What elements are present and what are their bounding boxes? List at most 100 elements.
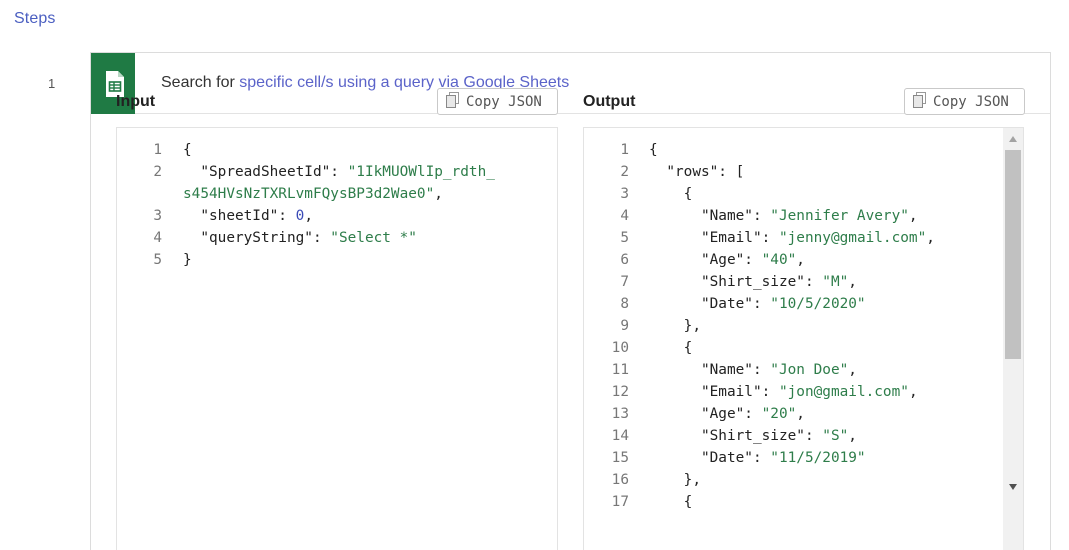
code-token: { (649, 142, 658, 158)
code-line: 16 }, (584, 469, 701, 491)
output-copy-json-label: Copy JSON (933, 93, 1009, 110)
code-token: "sheetId": (183, 208, 296, 224)
code-token: "Date": (649, 296, 771, 312)
code-line: 13 "Age": "20", (584, 403, 805, 425)
code-token: "jon@gmail.com" (778, 384, 909, 400)
code-token: , (796, 252, 805, 268)
copy-icon (913, 91, 926, 112)
code-token: "Jennifer Avery" (770, 208, 909, 224)
code-token: "M" (822, 274, 849, 290)
code-token: s454HVsNzTXRLvmFQysBP3d2Wae0" (183, 186, 435, 202)
code-line: 2 "SpreadSheetId": "1IkMUOWlIp_rdth_ (117, 161, 495, 183)
code-line: 11 "Name": "Jon Doe", (584, 359, 857, 381)
input-copy-json-label: Copy JSON (466, 93, 542, 110)
step-number: 1 (48, 76, 56, 91)
code-line: 12 "Email": "jon@gmail.com", (584, 381, 918, 403)
code-token: { (649, 494, 693, 510)
output-label: Output (583, 93, 636, 110)
line-number: 1 (620, 142, 629, 158)
code-line: 8 "Date": "10/5/2020" (584, 293, 866, 315)
code-token: "Jon Doe" (770, 362, 849, 378)
code-line: 15 "Date": "11/5/2019" (584, 447, 866, 469)
code-token: "rows": [ (649, 164, 745, 180)
code-line: 7 "Shirt_size": "M", (584, 271, 857, 293)
code-token: "20" (761, 406, 797, 422)
output-copy-json-button[interactable]: Copy JSON (904, 88, 1025, 115)
code-line: 1{ (117, 139, 192, 161)
line-number: 3 (153, 208, 162, 224)
code-line: 6 "Age": "40", (584, 249, 805, 271)
copy-icon (446, 91, 459, 112)
line-number: 3 (620, 186, 629, 202)
code-token: "queryString": (183, 230, 331, 246)
code-line: 2 "rows": [ (584, 161, 744, 183)
code-token: "Email": (649, 384, 779, 400)
input-copy-json-button[interactable]: Copy JSON (437, 88, 558, 115)
code-token: "Shirt_size": (649, 428, 823, 444)
code-token: "40" (761, 252, 797, 268)
code-token: "Name": (649, 208, 771, 224)
output-scrollbar[interactable] (1003, 128, 1023, 550)
scroll-up-arrow-icon[interactable] (1009, 136, 1017, 142)
code-line: 10 { (584, 337, 693, 359)
code-line: 1{ (584, 139, 658, 161)
scroll-down-arrow-icon[interactable] (1009, 484, 1017, 490)
line-number: 5 (153, 252, 162, 268)
line-number: 4 (153, 230, 162, 246)
line-number: 9 (620, 318, 629, 334)
line-number: 2 (153, 164, 162, 180)
code-line: 5} (117, 249, 192, 271)
code-token: , (848, 362, 857, 378)
code-line: 17 { (584, 491, 693, 513)
line-number: 17 (611, 494, 629, 510)
code-token: "Select *" (330, 230, 417, 246)
line-number: 7 (620, 274, 629, 290)
code-token: } (183, 252, 192, 268)
code-token: "Shirt_size": (649, 274, 823, 290)
code-line: s454HVsNzTXRLvmFQysBP3d2Wae0", (117, 183, 443, 205)
code-token: }, (649, 318, 701, 334)
line-number: 8 (620, 296, 629, 312)
code-token: { (649, 340, 693, 356)
code-token: }, (649, 472, 701, 488)
code-line: 4 "Name": "Jennifer Avery", (584, 205, 918, 227)
line-number: 6 (620, 252, 629, 268)
code-token: , (434, 186, 443, 202)
line-number: 5 (620, 230, 629, 246)
code-token: , (796, 406, 805, 422)
code-token: "jenny@gmail.com" (778, 230, 927, 246)
code-line: 4 "queryString": "Select *" (117, 227, 417, 249)
code-token: , (848, 428, 857, 444)
line-number: 12 (611, 384, 629, 400)
code-line: 3 "sheetId": 0, (117, 205, 313, 227)
code-token: , (908, 208, 918, 224)
code-line: 9 }, (584, 315, 701, 337)
line-number: 15 (611, 450, 629, 466)
code-token: "SpreadSheetId": (183, 164, 348, 180)
line-number: 11 (611, 362, 629, 378)
code-token: , (304, 208, 313, 224)
line-number: 14 (611, 428, 629, 444)
code-token: { (183, 142, 192, 158)
code-token: "Age": (649, 252, 762, 268)
code-token: { (649, 186, 693, 202)
line-number: 10 (611, 340, 629, 356)
code-token: "Age": (649, 406, 762, 422)
code-line: 3 { (584, 183, 692, 205)
code-line: 14 "Shirt_size": "S", (584, 425, 857, 447)
steps-heading: Steps (14, 10, 56, 27)
line-number: 1 (153, 142, 162, 158)
line-number: 2 (620, 164, 629, 180)
output-code-panel[interactable]: 1{2 "rows": [3 {4 "Name": "Jennifer Aver… (583, 127, 1024, 550)
code-token: "Date": (649, 450, 771, 466)
code-token: "Email": (649, 230, 779, 246)
scroll-thumb[interactable] (1005, 150, 1021, 359)
code-token: "1IkMUOWlIp_rdth_ (347, 164, 495, 180)
step-title-prefix: Search for (161, 74, 240, 91)
code-line: 5 "Email": "jenny@gmail.com", (584, 227, 935, 249)
code-token: "10/5/2020" (770, 296, 866, 312)
input-code-panel[interactable]: 1{2 "SpreadSheetId": "1IkMUOWlIp_rdth_ s4… (116, 127, 558, 550)
code-token: "11/5/2019" (770, 450, 866, 466)
line-number: 4 (620, 208, 629, 224)
code-token: 0 (295, 208, 305, 224)
